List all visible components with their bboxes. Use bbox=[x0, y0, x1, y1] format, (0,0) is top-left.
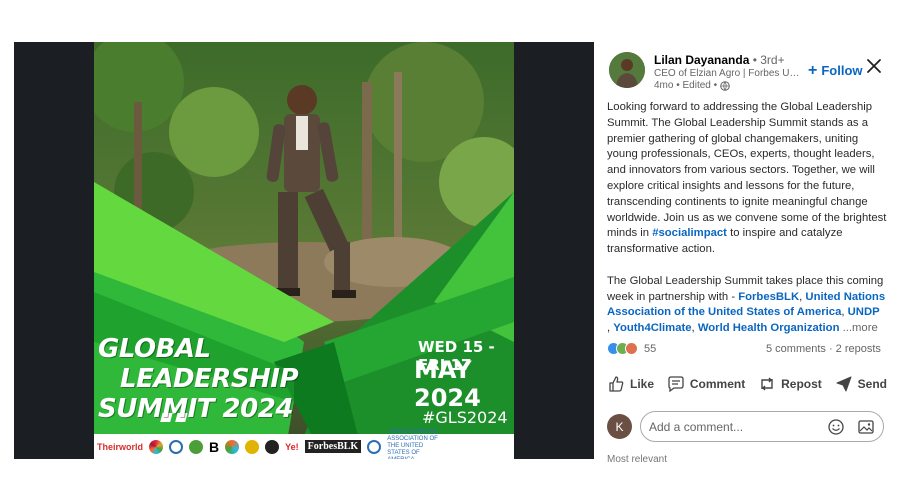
poster-title-line-2: LEADERSHIP bbox=[120, 364, 299, 394]
post-paragraph-2: The Global Leadership Summit takes place… bbox=[607, 274, 886, 335]
repost-label: Repost bbox=[781, 377, 822, 391]
social-actions-bar: Like Comment Repost Send bbox=[607, 375, 887, 393]
like-label: Like bbox=[630, 377, 655, 391]
poster-month-year: MAY 2024 bbox=[414, 356, 481, 412]
repost-icon bbox=[761, 377, 773, 391]
poster-title-line-3: SUMMIT 2024 bbox=[98, 394, 293, 424]
follow-label: Follow bbox=[821, 63, 863, 78]
comment-placeholder: Add a comment... bbox=[649, 419, 744, 434]
connection-degree: • 3rd+ bbox=[752, 53, 785, 67]
post-time: 4mo • Edited • bbox=[654, 80, 718, 91]
comment-button[interactable]: Comment bbox=[667, 375, 745, 393]
close-icon[interactable] bbox=[864, 56, 884, 76]
partner-sun-icon bbox=[225, 439, 240, 454]
post-paragraph-1: Looking forward to addressing the Global… bbox=[607, 100, 891, 258]
send-icon bbox=[836, 376, 852, 392]
like-button[interactable]: Like bbox=[607, 375, 654, 393]
reaction-icons bbox=[607, 342, 638, 355]
emoji-icon bbox=[828, 418, 844, 435]
viewer-avatar: K bbox=[607, 414, 632, 439]
repost-button[interactable]: Repost bbox=[758, 375, 822, 393]
author-headline: CEO of Elzian Agro | Forbes Under 30 bbox=[654, 68, 804, 79]
plus-icon: + bbox=[808, 61, 818, 79]
author-name[interactable]: Lilan Dayananda bbox=[654, 53, 749, 67]
partner-logo-strip: Theirworld B Ye! ForbesBLK UNITED NATION… bbox=[94, 429, 514, 459]
media-panel: GLOBAL LEADERSHIP SUMMIT 2024 WED 15 - F… bbox=[14, 42, 594, 459]
partner-dark-icon bbox=[265, 439, 280, 454]
comment-input[interactable]: Add a comment... bbox=[640, 411, 884, 442]
comments-sort-label[interactable]: Most relevant bbox=[607, 454, 667, 465]
emoji-button[interactable] bbox=[827, 418, 845, 436]
post-text-part: Looking forward to addressing the Global… bbox=[607, 101, 887, 240]
reactions-summary[interactable]: 55 bbox=[607, 342, 656, 355]
event-poster-image[interactable]: GLOBAL LEADERSHIP SUMMIT 2024 WED 15 - F… bbox=[94, 42, 514, 459]
unausa-logo: UNITED NATIONS ASSOCIATION OF THE UNITED… bbox=[387, 429, 438, 459]
b-logo-icon: B bbox=[209, 438, 220, 455]
mention-who[interactable]: World Health Organization bbox=[698, 322, 840, 334]
poster-title-line-1: GLOBAL bbox=[98, 334, 211, 364]
send-label: Send bbox=[857, 377, 887, 391]
comments-reposts-count[interactable]: 5 comments · 2 reposts bbox=[766, 343, 881, 355]
comment-composer: K Add a comment... bbox=[607, 411, 884, 442]
author-line: Lilan Dayananda • 3rd+ bbox=[654, 53, 785, 67]
forbesblk-logo: ForbesBLK bbox=[304, 440, 362, 453]
partner-globe-icon bbox=[189, 439, 204, 454]
mention-youth4climate[interactable]: Youth4Climate bbox=[613, 322, 691, 334]
reaction-count: 55 bbox=[644, 342, 657, 355]
partner-yellow-icon bbox=[245, 439, 260, 454]
un-emblem-icon bbox=[367, 439, 382, 454]
poster-title: GLOBAL LEADERSHIP SUMMIT 2024 bbox=[98, 334, 299, 424]
comment-icon bbox=[668, 376, 684, 393]
sdg-wheel-icon bbox=[149, 439, 164, 454]
mention-undp[interactable]: UNDP bbox=[848, 306, 880, 318]
theirworld-logo: Theirworld bbox=[97, 441, 144, 452]
comment-label: Comment bbox=[689, 377, 746, 391]
author-avatar[interactable] bbox=[609, 52, 645, 88]
see-more-link[interactable]: ...more bbox=[843, 322, 878, 334]
hashtag-link[interactable]: #socialimpact bbox=[652, 227, 727, 239]
image-icon bbox=[858, 419, 874, 434]
partner-circle-icon bbox=[169, 439, 184, 454]
thumbs-up-icon bbox=[609, 376, 624, 392]
poster-hashtag: #GLS2024 bbox=[422, 408, 508, 427]
mention-forbesblk[interactable]: ForbesBLK bbox=[738, 291, 799, 303]
post-viewer-modal: GLOBAL LEADERSHIP SUMMIT 2024 WED 15 - F… bbox=[14, 42, 900, 465]
globe-icon bbox=[720, 80, 730, 91]
author-photo-icon bbox=[609, 52, 645, 88]
post-text: Looking forward to addressing the Global… bbox=[607, 100, 891, 353]
post-meta: 4mo • Edited • bbox=[654, 80, 730, 91]
ye-logo: Ye! bbox=[285, 441, 299, 452]
love-reaction-icon bbox=[625, 342, 638, 355]
post-details-panel: Lilan Dayananda • 3rd+ CEO of Elzian Agr… bbox=[594, 42, 900, 465]
add-photo-button[interactable] bbox=[857, 418, 875, 436]
follow-button[interactable]: + Follow bbox=[808, 61, 863, 79]
send-button[interactable]: Send bbox=[835, 375, 887, 393]
